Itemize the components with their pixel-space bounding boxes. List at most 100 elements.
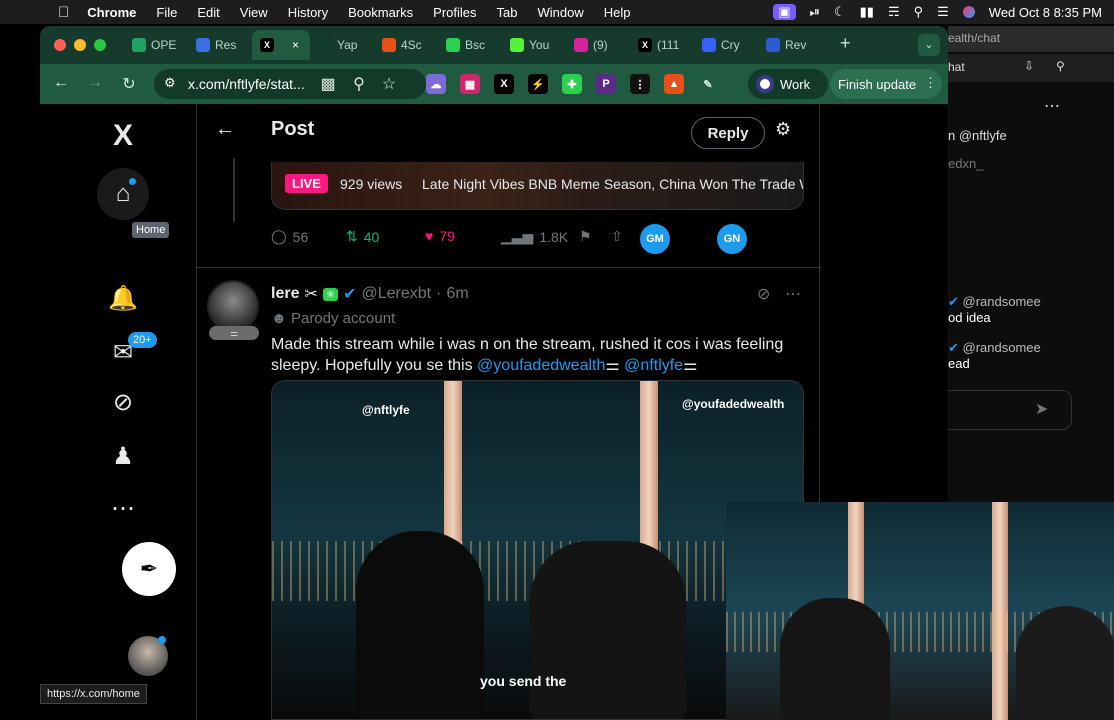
battery-icon[interactable]: ▮▮ [860, 4, 874, 20]
chat-input[interactable]: ➤ [944, 390, 1072, 430]
x-logo-icon[interactable]: X [97, 110, 149, 162]
apple-icon[interactable]:  [58, 4, 69, 21]
extension-plus-icon[interactable]: ✚ [562, 74, 582, 94]
browser-tab[interactable]: Rev [758, 30, 822, 60]
new-tab-icon[interactable]: + [840, 33, 851, 54]
browser-tab[interactable]: OPE [124, 30, 188, 60]
extension-cloud-icon[interactable]: ☁ [426, 74, 446, 94]
kebab-menu-icon[interactable]: ⋮ [924, 75, 937, 91]
browser-tab[interactable]: Bsc [438, 30, 502, 60]
mention-youfadedwealth[interactable]: @youfadedwealth [477, 357, 605, 374]
grok-icon[interactable]: ⊘ [97, 376, 149, 428]
gn-badge[interactable]: GN [717, 224, 747, 254]
tweet-video[interactable]: @nftlyfe @youfadedwealth you send the [271, 380, 804, 720]
account-avatar[interactable] [128, 636, 168, 676]
forward-icon[interactable]: → [78, 74, 112, 92]
moon-icon[interactable]: ☾ [834, 4, 846, 20]
extensions-puzzle-icon[interactable]: ✎ [698, 74, 718, 94]
menu-file[interactable]: File [156, 5, 177, 20]
notifications-icon[interactable]: 🔔 [97, 272, 149, 324]
tab-search-icon[interactable]: ⌄ [918, 34, 940, 56]
chat-handle-1: n @nftlyfe [948, 128, 1007, 143]
bookmark-action[interactable]: ⚑ [579, 228, 592, 245]
tweet-time[interactable]: 6m [446, 285, 468, 303]
extension-x-icon[interactable]: X [494, 74, 514, 94]
tweet-author-row: lere ✂ ✳ ✔ @Lerexbt · 6m [271, 284, 469, 304]
minimize-window-button[interactable] [74, 39, 86, 51]
zoom-icon[interactable]: ⚲ [1056, 59, 1065, 73]
menu-profiles[interactable]: Profiles [433, 5, 476, 20]
profile-work-button[interactable]: Work [748, 69, 828, 99]
more-icon[interactable]: ⋯ [97, 482, 149, 534]
menu-app-name[interactable]: Chrome [87, 5, 136, 20]
screen-share-icon[interactable]: ▣ [773, 4, 796, 20]
tweet-author-handle[interactable]: @Lerexbt [362, 285, 432, 303]
share-action[interactable]: ⇧ [611, 228, 623, 245]
live-title: Late Night Vibes BNB Meme Season, China … [422, 176, 804, 192]
menu-window[interactable]: Window [538, 5, 584, 20]
tweet-author-avatar[interactable] [207, 280, 259, 332]
live-views: 929 views [340, 176, 403, 192]
extension-bolt-icon[interactable]: ⚡ [528, 74, 548, 94]
filter-icon[interactable]: ⚙ [775, 119, 791, 140]
back-icon[interactable]: ← [44, 74, 78, 92]
repost-action[interactable]: ⇅ 40 [346, 228, 379, 245]
send-icon[interactable]: ➤ [1035, 399, 1048, 419]
live-badge: LIVE [285, 174, 328, 193]
browser-tab[interactable]: Cry [694, 30, 758, 60]
mention-nftlyfe[interactable]: @nftlyfe [624, 357, 683, 374]
profile-icon[interactable]: ♟ [97, 430, 149, 482]
siri-icon[interactable] [962, 6, 975, 18]
control-center-icon[interactable]: ☰ [937, 4, 949, 20]
browser-tab[interactable]: Yap [310, 30, 374, 60]
tab-label: You [529, 38, 550, 52]
bookmark-star-icon[interactable]: ☆ [372, 74, 406, 94]
c-icon [702, 38, 716, 52]
reply-action[interactable]: ◯ 56 [271, 228, 308, 245]
download-icon[interactable]: ⇩ [1024, 59, 1034, 73]
more-icon[interactable]: ⋯ [1044, 96, 1060, 116]
zoom-window-button[interactable] [94, 39, 106, 51]
chat-message-1-text: od idea [948, 310, 991, 325]
search-icon[interactable]: ⚲ [914, 4, 924, 20]
browser-tab[interactable]: Res [188, 30, 252, 60]
gm-badge[interactable]: GM [640, 224, 670, 254]
site-info-icon[interactable]: ⚙ [164, 75, 176, 91]
menu-tab[interactable]: Tab [497, 5, 518, 20]
browser-tab[interactable]: X × [252, 30, 310, 60]
close-tab-icon[interactable]: × [292, 38, 299, 52]
tweet-author-name[interactable]: lere [271, 285, 299, 303]
wifi-icon[interactable]: ☴ [888, 4, 900, 20]
views-action[interactable]: ▁▃▅ 1.8K [501, 228, 568, 245]
play-icon[interactable]: ⏯ [810, 4, 820, 20]
zoom-icon[interactable]: ⚲ [342, 74, 376, 94]
compose-post-button[interactable]: ✒ [122, 542, 176, 596]
address-bar-url[interactable]: x.com/nftlyfe/stat... [188, 76, 305, 92]
browser-tab[interactable]: You [502, 30, 566, 60]
tweet-more-icon[interactable]: ⋯ [785, 284, 801, 304]
finish-update-button[interactable]: Finish update ⋮ [830, 69, 942, 99]
menu-history[interactable]: History [288, 5, 328, 20]
menu-view[interactable]: View [240, 5, 268, 20]
extension-fox-icon[interactable]: ▲ [664, 74, 684, 94]
home-icon[interactable]: ⌂ [97, 168, 149, 220]
install-icon[interactable]: ▩ [311, 74, 345, 94]
back-arrow-icon[interactable]: ← [215, 118, 235, 141]
clock[interactable]: Wed Oct 8 8:35 PM [989, 5, 1102, 20]
menu-edit[interactable]: Edit [197, 5, 219, 20]
extension-p-icon[interactable]: P [596, 74, 616, 94]
browser-tab[interactable]: X (111 [630, 30, 694, 60]
reload-icon[interactable]: ↻ [112, 74, 146, 94]
extension-grid-icon[interactable]: ▦ [460, 74, 480, 94]
grok-icon[interactable]: ⊘ [757, 284, 770, 304]
browser-tab[interactable]: 4Sc [374, 30, 438, 60]
like-action[interactable]: ♥ 79 [425, 228, 455, 244]
reply-button[interactable]: Reply [691, 117, 765, 149]
close-window-button[interactable] [54, 39, 66, 51]
browser-tab[interactable]: (9) [566, 30, 630, 60]
menu-help[interactable]: Help [604, 5, 631, 20]
video-overlay-right: @youfadedwealth [682, 397, 785, 411]
menu-bookmarks[interactable]: Bookmarks [348, 5, 413, 20]
extension-dots-icon[interactable]: ⋮ [630, 74, 650, 94]
live-broadcast-card[interactable]: LIVE 929 views Late Night Vibes BNB Meme… [271, 162, 804, 210]
